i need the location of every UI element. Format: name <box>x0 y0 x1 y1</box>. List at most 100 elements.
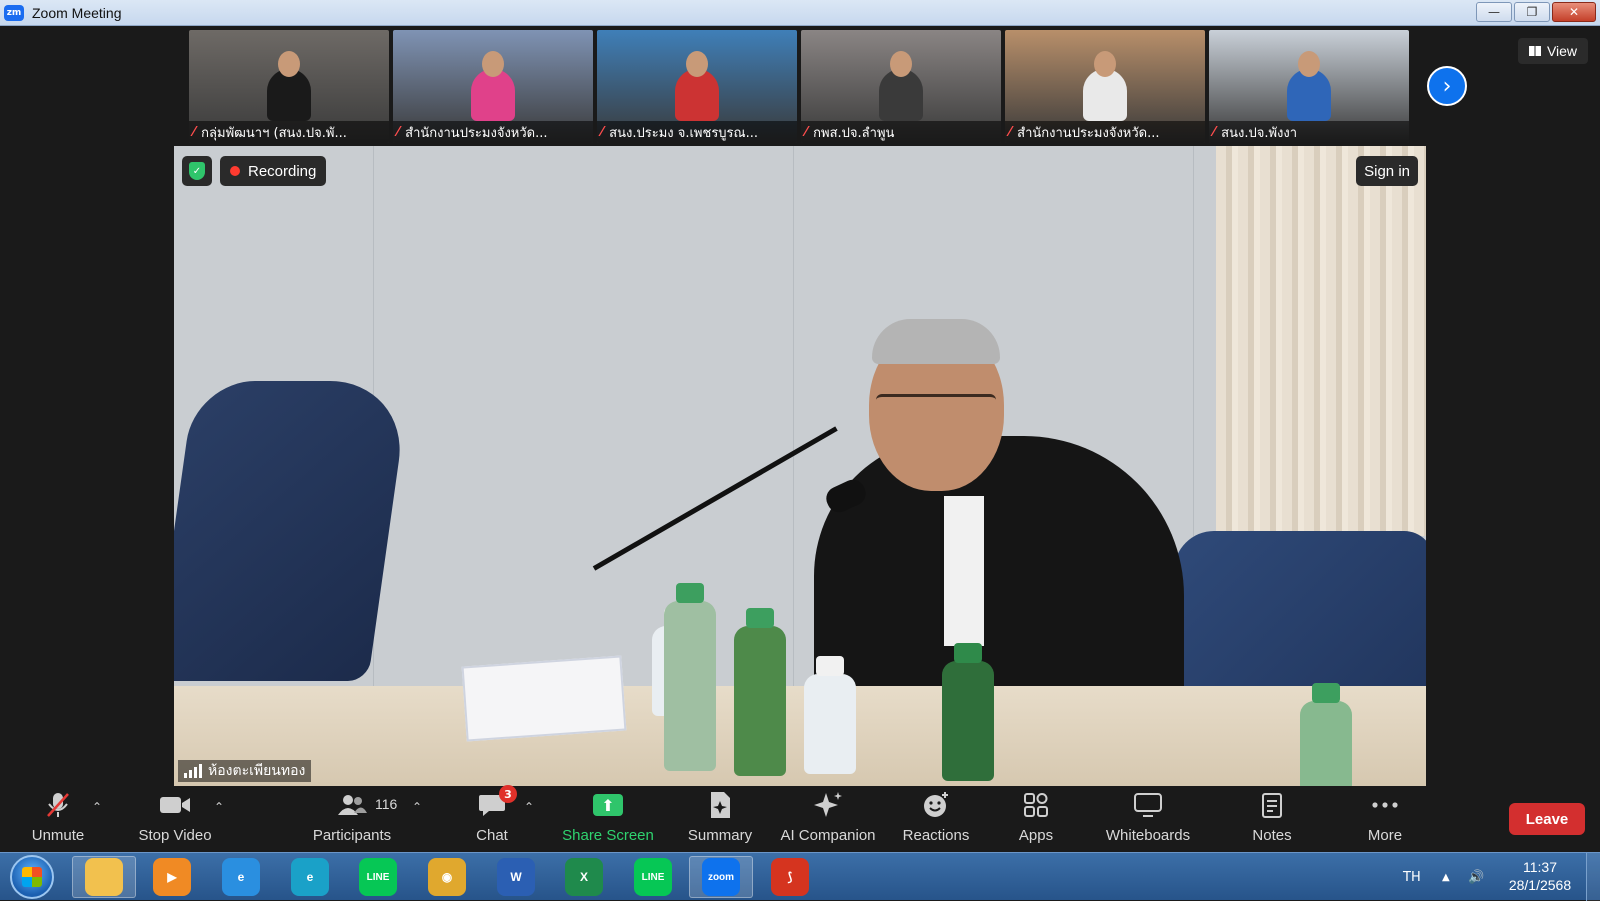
notes-icon <box>1255 791 1289 819</box>
line-icon: LINE <box>359 858 397 896</box>
participant-name-tag: ⁄ สำนักงานประมงจังหวัด... <box>393 121 593 143</box>
start-button[interactable] <box>10 855 54 899</box>
taskbar-app-internet-explorer[interactable]: e <box>209 856 273 898</box>
summary-label: Summary <box>687 827 753 844</box>
whiteboard-icon <box>1131 791 1165 819</box>
video-camera-icon <box>158 791 192 819</box>
participant-thumbnail[interactable]: ⁄ สำนักงานประมงจังหวัด... <box>393 30 593 143</box>
taskbar-app-pdf-reader[interactable]: ⟆ <box>758 856 822 898</box>
participants-options-caret-icon[interactable]: ⌃ <box>412 800 422 814</box>
participant-name-tag: ⁄ กลุ่มพัฒนาฯ (สนง.ปจ.พั... <box>189 121 389 143</box>
next-page-icon[interactable]: › <box>1427 66 1467 106</box>
system-clock[interactable]: 11:37 28/1/2568 <box>1500 858 1580 894</box>
share-screen-button[interactable]: ⬆ Share Screen <box>558 786 658 852</box>
taskbar-app-file-explorer[interactable] <box>72 856 136 898</box>
line-2-icon: LINE <box>634 858 672 896</box>
conference-table <box>174 686 1426 786</box>
participant-thumbnail[interactable]: ⁄ กลุ่มพัฒนาฯ (สนง.ปจ.พั... <box>189 30 389 143</box>
language-indicator[interactable]: TH <box>1403 853 1421 901</box>
video-options-caret-icon[interactable]: ⌃ <box>214 800 224 814</box>
participant-head <box>278 51 300 77</box>
leave-button[interactable]: Leave <box>1509 803 1585 835</box>
pdf-reader-icon: ⟆ <box>771 858 809 896</box>
windows-logo-icon <box>22 867 42 887</box>
apps-button[interactable]: Apps <box>1008 786 1064 852</box>
muted-mic-icon: ⁄ <box>601 124 604 140</box>
meeting-area: ⁄ กลุ่มพัฒนาฯ (สนง.ปจ.พั... ⁄ สำนักงานประมง… <box>0 26 1600 786</box>
participant-name: สำนักงานประมงจังหวัด... <box>1017 125 1160 141</box>
volume-icon[interactable]: 🔊 <box>1468 853 1484 901</box>
tea-bottle <box>734 608 786 776</box>
taskbar-app-excel[interactable]: X <box>552 856 616 898</box>
show-desktop-button[interactable] <box>1586 853 1600 901</box>
ai-sparkle-icon <box>811 791 845 819</box>
speaker-name: ห้องตะเพียนทอง <box>208 763 306 779</box>
taskbar-app-word[interactable]: W <box>484 856 548 898</box>
taskbar-app-chrome[interactable]: ◉ <box>415 856 479 898</box>
participant-thumbnail[interactable]: ⁄ สำนักงานประมงจังหวัด... <box>1005 30 1205 143</box>
participant-head <box>1094 51 1116 77</box>
meeting-toolbar: Unmute ⌃ Stop Video ⌃ Participants 116 ⌃… <box>0 785 1600 852</box>
unmute-button[interactable]: Unmute <box>22 786 94 852</box>
participant-name: สำนักงานประมงจังหวัด... <box>405 125 548 141</box>
chat-bubble-icon: 3 <box>475 785 517 819</box>
participant-name: กพส.ปจ.ลำพูน <box>813 125 895 141</box>
tray-expand-icon[interactable]: ▲ <box>1442 853 1450 901</box>
summary-button[interactable]: Summary <box>680 786 760 852</box>
reactions-button[interactable]: Reactions <box>900 786 972 852</box>
active-speaker-video[interactable]: ✓ Recording Sign in ห้องตะเพียนทอง <box>174 146 1426 786</box>
window-controls: — ❐ ✕ <box>1476 2 1596 22</box>
curtain <box>1216 146 1426 536</box>
view-button[interactable]: View <box>1518 38 1588 64</box>
muted-mic-icon: ⁄ <box>397 124 400 140</box>
taskbar-app-zoom[interactable]: zoom <box>689 856 753 898</box>
more-label: More <box>1367 827 1403 844</box>
encryption-shield-icon[interactable]: ✓ <box>182 156 212 186</box>
audio-options-caret-icon[interactable]: ⌃ <box>92 800 102 814</box>
taskbar-app-line[interactable]: LINE <box>346 856 410 898</box>
sign-in-button[interactable]: Sign in <box>1356 156 1418 186</box>
participant-name: กลุ่มพัฒนาฯ (สนง.ปจ.พั... <box>201 125 347 141</box>
clock-date: 28/1/2568 <box>1508 877 1572 893</box>
reactions-label: Reactions <box>902 827 970 844</box>
zoom-app-icon: zm <box>4 4 24 21</box>
participant-thumbnail[interactable]: ⁄ กพส.ปจ.ลำพูน <box>801 30 1001 143</box>
media-player-icon: ▶ <box>153 858 191 896</box>
participant-thumbnail[interactable]: ⁄ สนง.ปจ.พังงา <box>1209 30 1409 143</box>
water-bottle <box>804 656 856 774</box>
whiteboards-button[interactable]: Whiteboards <box>1098 786 1198 852</box>
stop-video-button[interactable]: Stop Video <box>132 786 218 852</box>
share-screen-label: Share Screen <box>562 827 654 844</box>
ai-companion-button[interactable]: AI Companion <box>776 786 880 852</box>
record-dot-icon <box>230 166 240 176</box>
speaker-name-tag: ห้องตะเพียนทอง <box>178 760 312 782</box>
grid-icon <box>1528 46 1541 56</box>
minimize-button[interactable]: — <box>1476 2 1512 22</box>
chat-unread-badge: 3 <box>499 785 517 803</box>
unmute-label: Unmute <box>31 827 85 844</box>
taskbar-app-edge[interactable]: e <box>278 856 342 898</box>
excel-icon: X <box>565 858 603 896</box>
chat-options-caret-icon[interactable]: ⌃ <box>524 800 534 814</box>
taskbar-app-media-player[interactable]: ▶ <box>140 856 204 898</box>
participant-thumbnail[interactable]: ⁄ สนง.ประมง จ.เพชรบูรณ... <box>597 30 797 143</box>
participant-head <box>482 51 504 77</box>
share-screen-icon: ⬆ <box>591 791 625 819</box>
chat-button[interactable]: 3 Chat <box>462 785 522 852</box>
chat-label: Chat <box>476 827 508 844</box>
participant-name-tag: ⁄ สนง.ปจ.พังงา <box>1209 121 1409 143</box>
more-button[interactable]: More <box>1355 786 1415 852</box>
smiley-icon <box>919 791 953 819</box>
internet-explorer-icon: e <box>222 858 260 896</box>
participant-head <box>890 51 912 77</box>
speaker-shirt <box>944 496 984 646</box>
notes-button[interactable]: Notes <box>1242 786 1302 852</box>
participant-name-tag: ⁄ สนง.ประมง จ.เพชรบูรณ... <box>597 121 797 143</box>
muted-mic-icon: ⁄ <box>193 124 196 140</box>
taskbar-app-line-2[interactable]: LINE <box>621 856 685 898</box>
tea-bottle <box>664 583 716 771</box>
restore-button[interactable]: ❐ <box>1514 2 1550 22</box>
recording-indicator[interactable]: Recording <box>220 156 327 186</box>
muted-mic-icon <box>41 791 75 819</box>
close-button[interactable]: ✕ <box>1552 2 1596 22</box>
